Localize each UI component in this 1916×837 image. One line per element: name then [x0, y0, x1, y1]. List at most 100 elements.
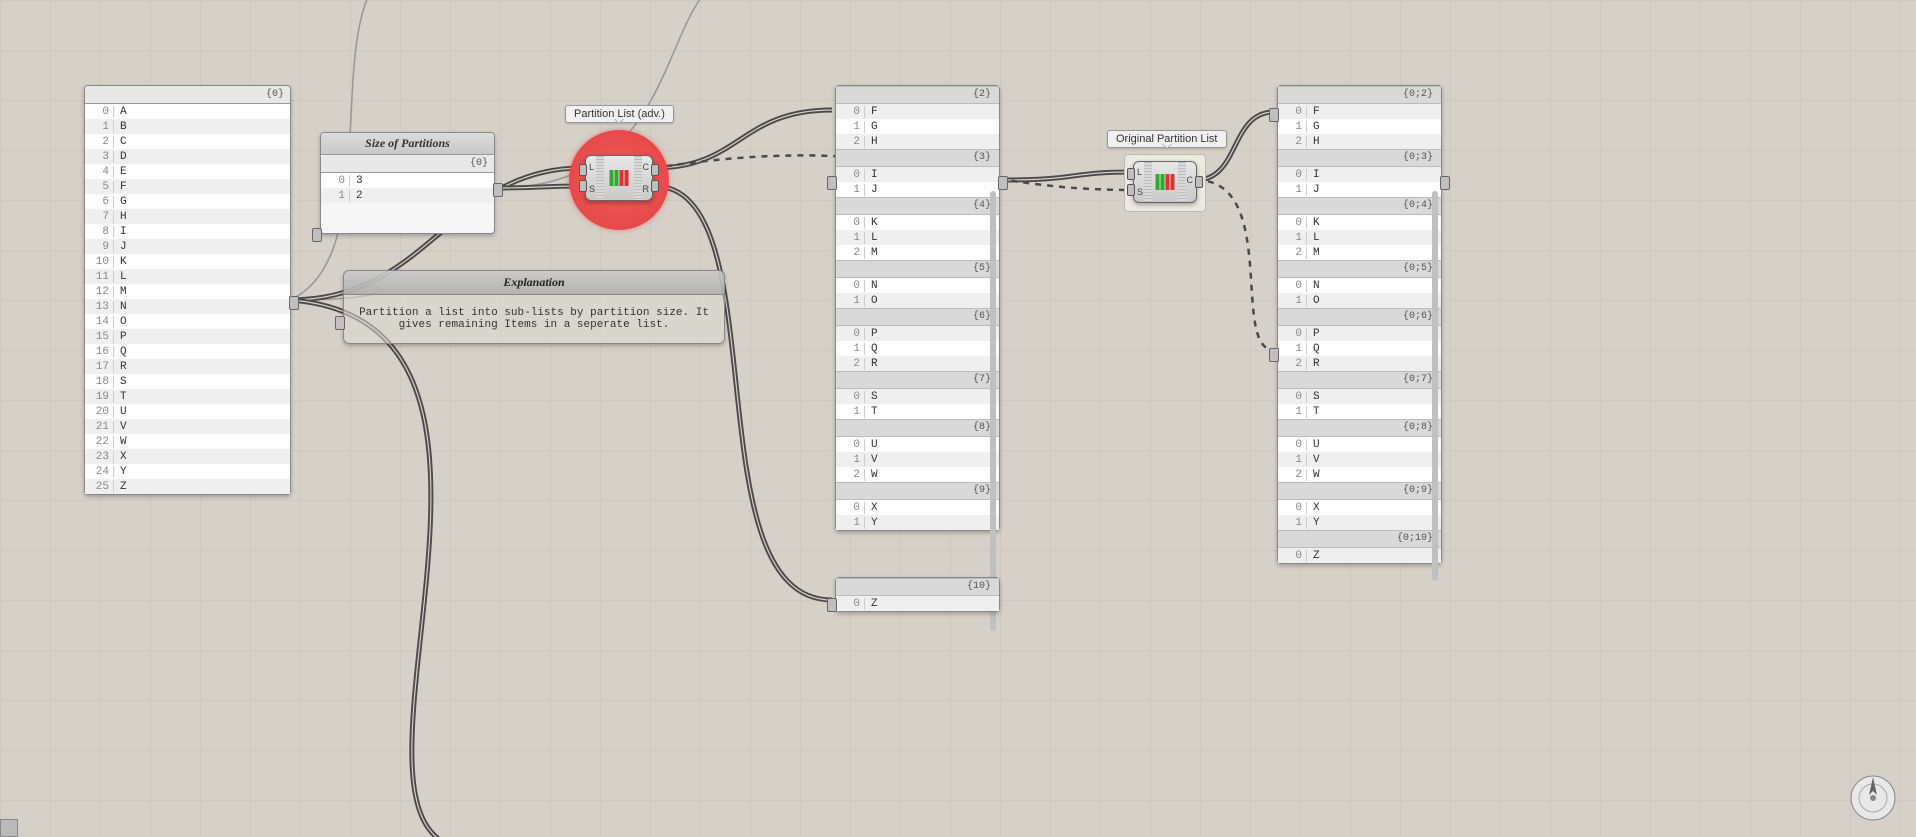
list-item: 7H — [85, 209, 290, 224]
item-index: 18 — [91, 376, 114, 388]
branch-path: {0;4} — [1278, 197, 1441, 215]
item-index: 1 — [842, 454, 865, 466]
list-item: 0I — [1278, 167, 1441, 182]
item-index: 15 — [91, 331, 114, 343]
item-index: 24 — [91, 466, 114, 478]
list-item: 1T — [1278, 404, 1441, 419]
input-L[interactable]: L — [589, 162, 594, 172]
panel-input-port[interactable] — [1269, 348, 1279, 362]
panel-input-port[interactable] — [827, 598, 837, 612]
scrollbar[interactable] — [990, 191, 996, 631]
panel-alphabet[interactable]: {0} 0A1B2C3D4E5F6G7H8I9J10K11L12M13N14O1… — [84, 85, 291, 495]
list-item: 2W — [1278, 467, 1441, 482]
panel-result-original[interactable]: {0;2}0F1G2H{0;3}0I1J{0;4}0K1L2M{0;5}0N1O… — [1277, 85, 1442, 564]
list-item: 1O — [836, 293, 999, 308]
list-item: 0U — [1278, 437, 1441, 452]
input-S[interactable]: S — [589, 184, 595, 194]
output-R[interactable]: R — [643, 184, 650, 194]
item-value: G — [865, 121, 993, 133]
branch-path: {4} — [836, 197, 999, 215]
item-index: 0 — [842, 106, 865, 118]
item-index: 1 — [1284, 121, 1307, 133]
item-index: 0 — [1284, 217, 1307, 229]
item-value: O — [1307, 295, 1435, 307]
panel-result-remainder[interactable]: {10}0Z — [835, 577, 1000, 612]
scrollbar[interactable] — [1432, 191, 1438, 581]
item-value: Z — [1307, 550, 1435, 562]
item-index: 1 — [1284, 406, 1307, 418]
grasshopper-canvas[interactable]: {0} 0A1B2C3D4E5F6G7H8I9J10K11L12M13N14O1… — [0, 0, 1916, 837]
list-item: 2H — [836, 134, 999, 149]
item-value: O — [865, 295, 993, 307]
output-C[interactable]: C — [643, 162, 650, 172]
panel-output-port[interactable] — [1440, 176, 1450, 190]
item-value: J — [865, 184, 993, 196]
panel-input-port[interactable] — [312, 228, 322, 242]
input-S[interactable]: S — [1137, 187, 1143, 197]
item-index: 2 — [1284, 469, 1307, 481]
item-value: W — [865, 469, 993, 481]
panel-path-header: {0} — [85, 86, 290, 104]
output-C[interactable]: C — [1187, 175, 1194, 185]
component-partition-list-adv[interactable]: L S C R — [585, 155, 653, 201]
list-item: 8I — [85, 224, 290, 239]
list-item: 03 — [321, 173, 494, 188]
branch-path: {6} — [836, 308, 999, 326]
item-index: 25 — [91, 481, 114, 493]
item-index: 3 — [91, 151, 114, 163]
list-item: 0P — [1278, 326, 1441, 341]
item-value: S — [1307, 391, 1435, 403]
item-value: 3 — [350, 175, 488, 187]
list-item: 0X — [1278, 500, 1441, 515]
list-item: 0F — [836, 104, 999, 119]
item-index: 1 — [842, 232, 865, 244]
item-value: I — [865, 169, 993, 181]
item-value: 2 — [350, 190, 488, 202]
list-item: 24Y — [85, 464, 290, 479]
panel-output-port[interactable] — [493, 183, 503, 197]
panel-explanation[interactable]: Explanation Partition a list into sub-li… — [343, 270, 725, 344]
panel-result-chunks[interactable]: {2}0F1G2H{3}0I1J{4}0K1L2M{5}0N1O{6}0P1Q2… — [835, 85, 1000, 531]
item-index: 23 — [91, 451, 114, 463]
list-item: 14O — [85, 314, 290, 329]
item-index: 0 — [842, 598, 865, 610]
panel-output-port[interactable] — [289, 296, 299, 310]
item-index: 0 — [1284, 550, 1307, 562]
panel-size-of-partitions[interactable]: Size of Partitions {0} 0312 — [320, 132, 495, 234]
compass-widget[interactable] — [1848, 773, 1898, 823]
item-value: P — [114, 331, 284, 343]
item-index: 1 — [1284, 184, 1307, 196]
panel-output-port[interactable] — [998, 176, 1008, 190]
input-L[interactable]: L — [1137, 167, 1142, 177]
item-value: W — [114, 436, 284, 448]
panel-input-port[interactable] — [335, 316, 345, 330]
list-item: 18S — [85, 374, 290, 389]
item-index: 1 — [1284, 454, 1307, 466]
list-item: 11L — [85, 269, 290, 284]
list-item: 1V — [836, 452, 999, 467]
item-index: 0 — [842, 391, 865, 403]
list-item: 4E — [85, 164, 290, 179]
item-value: S — [114, 376, 284, 388]
item-value: U — [1307, 439, 1435, 451]
item-index: 0 — [842, 328, 865, 340]
item-index: 4 — [91, 166, 114, 178]
item-value: W — [1307, 469, 1435, 481]
panel-input-port[interactable] — [1269, 108, 1279, 122]
list-item: 0Z — [1278, 548, 1441, 563]
component-original-partition-list[interactable]: L S C — [1133, 161, 1197, 203]
item-value: V — [114, 421, 284, 433]
panel-input-port[interactable] — [827, 176, 837, 190]
item-value: U — [865, 439, 993, 451]
corner-handle[interactable] — [0, 819, 18, 837]
list-item: 0K — [1278, 215, 1441, 230]
branch-path: {0;3} — [1278, 149, 1441, 167]
explanation-text: Partition a list into sub-lists by parti… — [344, 295, 724, 343]
item-value: C — [114, 136, 284, 148]
list-item: 1L — [1278, 230, 1441, 245]
list-item: 2M — [1278, 245, 1441, 260]
branch-path: {8} — [836, 419, 999, 437]
list-item: 0A — [85, 104, 290, 119]
list-item: 20U — [85, 404, 290, 419]
item-value: J — [1307, 184, 1435, 196]
